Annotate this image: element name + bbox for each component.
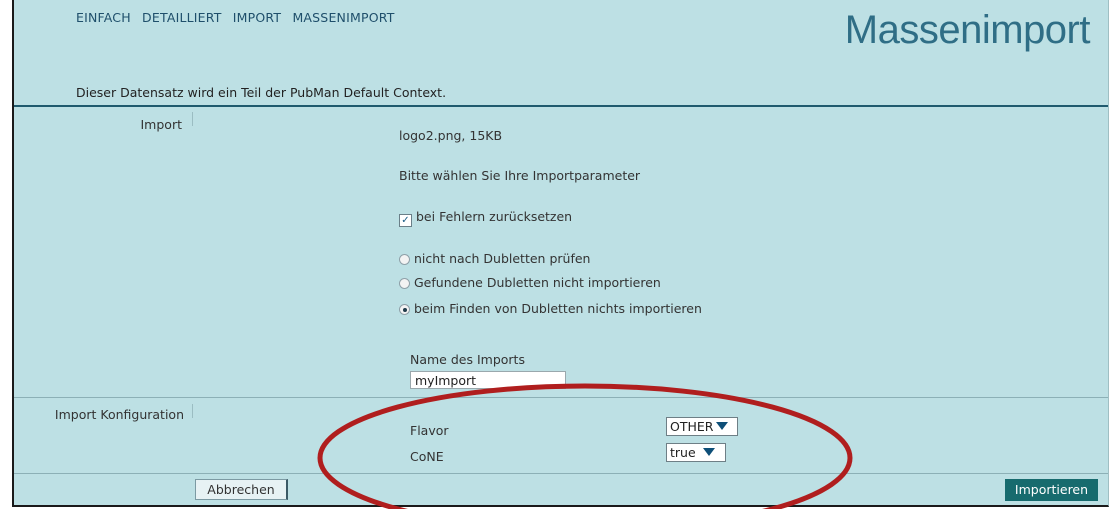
config-section-label: Import Konfiguration	[54, 407, 184, 422]
section-divider	[14, 397, 1108, 398]
flavor-label: Flavor	[410, 423, 449, 438]
duplicate-option-1[interactable]: nicht nach Dubletten prüfen	[399, 251, 590, 266]
rollback-label: bei Fehlern zurücksetzen	[416, 209, 573, 224]
duplicate-option-2[interactable]: Gefundene Dubletten nicht importieren	[399, 275, 661, 290]
nav-import[interactable]: IMPORT	[233, 10, 281, 25]
footer-divider	[14, 473, 1108, 474]
nav-einfach[interactable]: EINFACH	[76, 10, 131, 25]
cone-select[interactable]: true	[666, 443, 726, 462]
radio-skip-duplicates[interactable]	[399, 278, 410, 289]
rollback-option[interactable]: ✓ bei Fehlern zurücksetzen	[399, 209, 572, 227]
nav-massenimport[interactable]: MASSENIMPORT	[292, 10, 394, 25]
dropdown-arrow-icon	[702, 448, 715, 456]
radio-no-check-label: nicht nach Dubletten prüfen	[414, 251, 591, 266]
dropdown-arrow-icon	[716, 422, 729, 430]
radio-abort-on-duplicates[interactable]	[399, 304, 410, 315]
cone-label: CoNE	[410, 449, 444, 464]
flavor-select[interactable]: OTHER	[666, 417, 738, 436]
context-text: Dieser Datensatz wird ein Teil der PubMa…	[76, 85, 447, 100]
params-prompt: Bitte wählen Sie Ihre Importparameter	[399, 168, 641, 183]
page-title: Massenimport	[844, 8, 1091, 52]
import-button[interactable]: Importieren	[1005, 479, 1098, 501]
flavor-value: OTHER	[670, 419, 714, 434]
import-name-label: Name des Imports	[410, 352, 525, 367]
radio-abort-on-duplicates-label: beim Finden von Dubletten nichts importi…	[414, 301, 702, 316]
import-section-label: Import	[140, 117, 183, 132]
rollback-checkbox[interactable]: ✓	[399, 214, 412, 227]
nav-detailliert[interactable]: DETAILLIERT	[142, 10, 222, 25]
file-info: logo2.png, 15KB	[399, 128, 503, 143]
radio-no-check[interactable]	[399, 254, 410, 265]
radio-skip-duplicates-label: Gefundene Dubletten nicht importieren	[414, 275, 661, 290]
label-separator	[192, 112, 193, 126]
header-divider	[14, 105, 1108, 107]
cancel-button[interactable]: Abbrechen	[195, 479, 288, 500]
cone-value: true	[670, 445, 696, 460]
top-navigation: EINFACH DETAILLIERT IMPORT MASSENIMPORT	[76, 10, 402, 25]
duplicate-option-3[interactable]: beim Finden von Dubletten nichts importi…	[399, 301, 702, 316]
main-panel: EINFACH DETAILLIERT IMPORT MASSENIMPORT …	[12, 0, 1109, 507]
label-separator	[192, 404, 193, 418]
import-name-input[interactable]	[410, 371, 566, 389]
